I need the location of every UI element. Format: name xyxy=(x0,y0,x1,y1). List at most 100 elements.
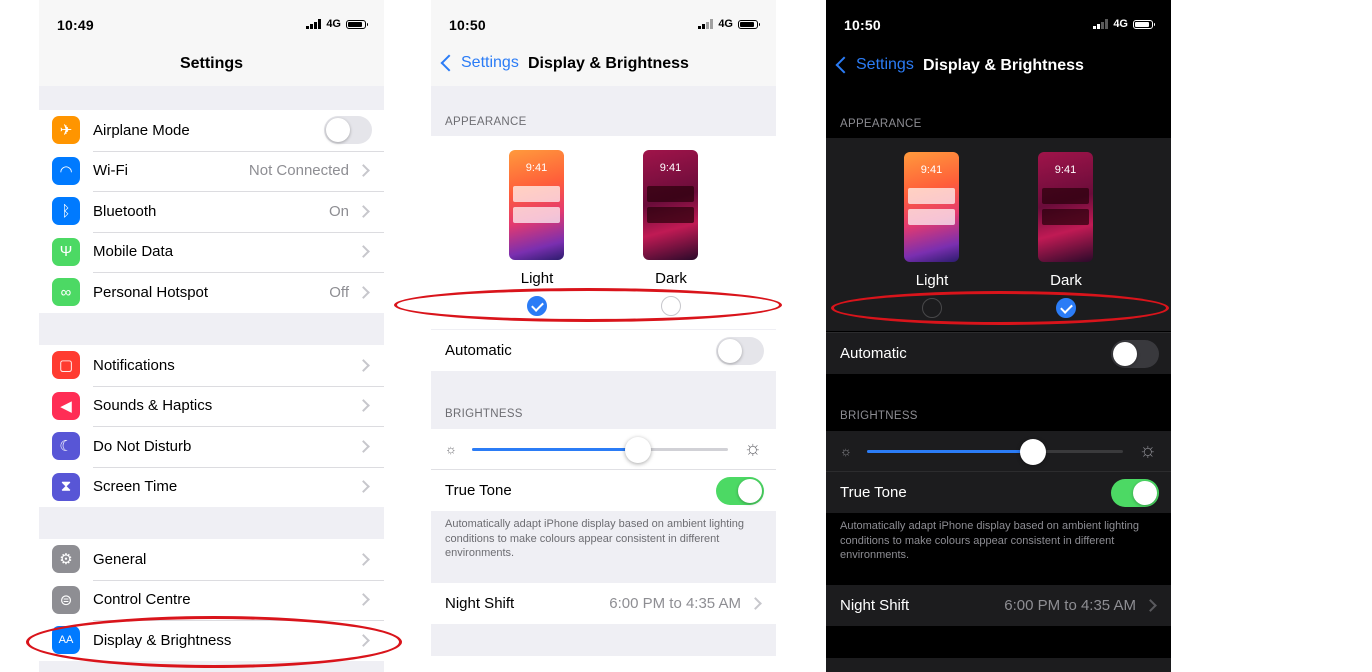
annotation-ellipse-dark xyxy=(831,291,1169,325)
signal-icon xyxy=(306,19,322,29)
automatic-row[interactable]: Automatic xyxy=(826,332,1171,374)
network-label: 4G xyxy=(718,18,733,30)
settings-row-value: On xyxy=(328,202,349,220)
settings-screen: 10:49 4G Settings ✈ Airplane Mode ◠ Wi-Fi No… xyxy=(39,0,384,672)
chevron-right-icon xyxy=(357,439,370,453)
appearance-header: APPEARANCE xyxy=(445,116,527,128)
settings-row-general[interactable]: ⚙ General xyxy=(39,539,384,580)
chevron-right-icon xyxy=(357,358,370,372)
dark-label: Dark xyxy=(655,270,687,287)
page-title: Display & Brightness xyxy=(923,57,1084,74)
speaker-icon: ◀ xyxy=(52,391,80,420)
chevron-right-icon xyxy=(1144,599,1157,612)
settings-row-label: Mobile Data xyxy=(93,243,174,261)
light-preview[interactable]: 9:41 xyxy=(509,150,564,260)
page-title: Settings xyxy=(179,55,244,72)
hourglass-icon: ⧗ xyxy=(52,472,80,501)
nav-bar: Settings Display & Brightness xyxy=(826,52,1171,88)
true-tone-toggle[interactable] xyxy=(1111,478,1159,507)
dark-preview[interactable]: 9:41 xyxy=(643,150,698,260)
true-tone-row[interactable]: True Tone xyxy=(431,469,776,511)
settings-row-label: Notifications xyxy=(93,356,175,374)
true-tone-toggle[interactable] xyxy=(716,476,764,505)
settings-row-label: General xyxy=(93,550,147,568)
status-time: 10:49 xyxy=(57,17,94,33)
chevron-right-icon xyxy=(357,164,370,178)
chevron-right-icon xyxy=(357,285,370,299)
status-time: 10:50 xyxy=(844,17,881,33)
brightness-slider-knob[interactable] xyxy=(1020,439,1047,465)
partial-row xyxy=(826,658,1171,672)
display-brightness-dark-screen: 10:50 4G Settings Display & Brightness A… xyxy=(826,0,1171,672)
status-bar: 10:49 4G xyxy=(39,0,384,50)
nav-bar: Settings Display & Brightness xyxy=(431,50,776,86)
settings-row-value: Not Connected xyxy=(248,162,349,180)
wifi-icon: ◠ xyxy=(52,156,80,185)
brightness-header: BRIGHTNESS xyxy=(445,408,523,420)
chevron-right-icon xyxy=(357,204,370,218)
true-tone-row[interactable]: True Tone xyxy=(826,471,1171,513)
display-brightness-light-screen: 10:50 4G Settings Display & Brightness A… xyxy=(431,0,776,672)
page-title: Display & Brightness xyxy=(528,55,689,72)
light-label: Light xyxy=(915,272,949,289)
sun-large-icon: ☼ xyxy=(743,437,762,460)
settings-row-do-not-disturb[interactable]: ☾ Do Not Disturb xyxy=(39,426,384,467)
settings-row-wi-fi[interactable]: ◠ Wi-Fi Not Connected xyxy=(39,150,384,192)
night-shift-row[interactable]: Night Shift 6:00 PM to 4:35 AM xyxy=(826,585,1171,626)
back-button[interactable]: Settings xyxy=(439,54,519,72)
status-bar: 10:50 4G xyxy=(826,0,1171,50)
automatic-toggle[interactable] xyxy=(1111,339,1159,368)
gear-icon: ⚙ xyxy=(52,545,80,574)
back-button[interactable]: Settings xyxy=(834,56,914,74)
chevron-right-icon xyxy=(357,480,370,494)
settings-row-sounds-haptics[interactable]: ◀ Sounds & Haptics xyxy=(39,385,384,427)
settings-row-airplane-mode[interactable]: ✈ Airplane Mode xyxy=(39,110,384,151)
settings-row-notifications[interactable]: ▢ Notifications xyxy=(39,345,384,386)
light-label: Light xyxy=(520,270,554,287)
annotation-ellipse-light xyxy=(394,288,782,322)
status-bar: 10:50 4G xyxy=(431,0,776,50)
chevron-left-icon xyxy=(440,54,458,72)
settings-row-control-centre[interactable]: ⊜ Control Centre xyxy=(39,579,384,621)
settings-row-label: Personal Hotspot xyxy=(93,283,209,301)
signal-icon xyxy=(698,19,714,29)
signal-icon xyxy=(1093,19,1109,29)
dark-preview[interactable]: 9:41 xyxy=(1038,152,1093,262)
notifications-icon: ▢ xyxy=(52,351,80,380)
airplane-icon: ✈ xyxy=(52,116,80,145)
automatic-toggle[interactable] xyxy=(716,336,764,365)
brightness-slider[interactable] xyxy=(867,450,1123,453)
brightness-header: BRIGHTNESS xyxy=(840,410,918,422)
settings-row-personal-hotspot[interactable]: ∞ Personal Hotspot Off xyxy=(39,272,384,313)
light-preview[interactable]: 9:41 xyxy=(904,152,959,262)
sun-small-icon: ☼ xyxy=(840,443,852,459)
settings-row-label: Do Not Disturb xyxy=(93,437,192,455)
partial-row xyxy=(431,656,776,672)
settings-row-label: Control Centre xyxy=(93,591,191,609)
automatic-row[interactable]: Automatic xyxy=(431,330,776,371)
settings-row-label: Wi-Fi xyxy=(93,162,128,180)
airplane-mode-toggle[interactable] xyxy=(324,116,372,145)
settings-row-label: Sounds & Haptics xyxy=(93,397,213,415)
night-shift-row[interactable]: Night Shift 6:00 PM to 4:35 AM xyxy=(431,583,776,624)
settings-row-label: Airplane Mode xyxy=(93,121,190,139)
network-label: 4G xyxy=(1113,18,1128,30)
sun-small-icon: ☼ xyxy=(445,441,457,457)
settings-row-bluetooth[interactable]: ᛒ Bluetooth On xyxy=(39,191,384,232)
settings-row-mobile-data[interactable]: Ψ Mobile Data xyxy=(39,231,384,273)
settings-row-label: Bluetooth xyxy=(93,202,157,220)
bluetooth-icon: ᛒ xyxy=(52,197,80,226)
chevron-right-icon xyxy=(357,399,370,413)
battery-icon xyxy=(1133,19,1155,29)
dark-label: Dark xyxy=(1050,272,1082,289)
chevron-right-icon xyxy=(357,245,370,259)
brightness-slider-knob[interactable] xyxy=(625,437,652,463)
switches-icon: ⊜ xyxy=(52,585,80,614)
network-label: 4G xyxy=(326,18,341,30)
nav-bar: Settings xyxy=(39,50,384,86)
appearance-header: APPEARANCE xyxy=(840,118,922,130)
battery-icon xyxy=(738,19,760,29)
status-time: 10:50 xyxy=(449,17,486,33)
settings-row-screen-time[interactable]: ⧗ Screen Time xyxy=(39,466,384,508)
brightness-slider[interactable] xyxy=(472,448,728,451)
